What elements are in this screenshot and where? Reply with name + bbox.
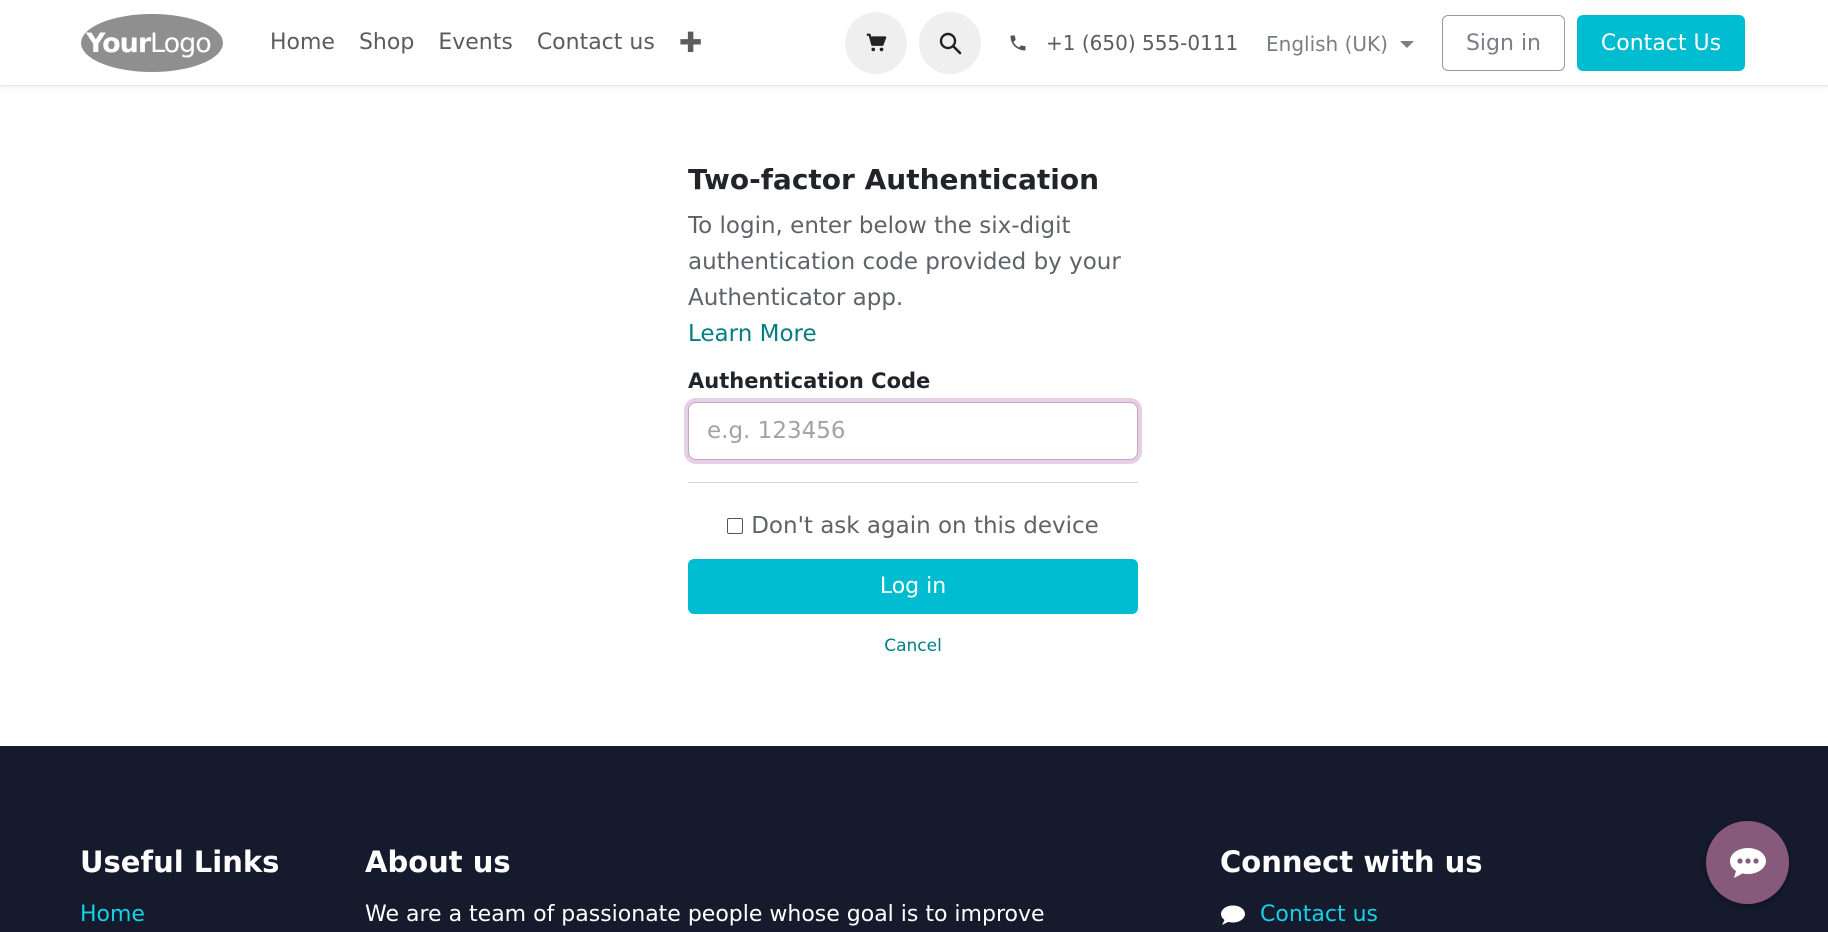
- about-text: We are a team of passionate people whose…: [365, 902, 1045, 927]
- search-icon: [939, 32, 962, 55]
- footer-contact-us-link[interactable]: Contact us: [1260, 900, 1378, 930]
- cart-button[interactable]: [845, 12, 907, 74]
- remember-device-option[interactable]: Don't ask again on this device: [688, 511, 1138, 541]
- sign-in-button[interactable]: Sign in: [1442, 15, 1565, 71]
- form-description: To login, enter below the six-digit auth…: [688, 213, 1121, 311]
- learn-more-link[interactable]: Learn More: [688, 316, 1138, 352]
- main-nav: Home Shop Events Contact us ✚: [270, 26, 702, 60]
- live-chat-button[interactable]: [1706, 821, 1789, 904]
- authentication-code-input[interactable]: [688, 402, 1138, 460]
- divider: [688, 482, 1138, 483]
- cancel-link[interactable]: Cancel: [688, 636, 1138, 656]
- cart-icon: [866, 33, 887, 52]
- phone-icon: [1010, 35, 1026, 51]
- about-section: About us We are a team of passionate peo…: [365, 842, 1045, 930]
- plus-icon[interactable]: ✚: [679, 26, 702, 60]
- svg-text:Logo: Logo: [150, 28, 211, 59]
- svg-text:Your: Your: [85, 28, 152, 59]
- nav-contact-us[interactable]: Contact us: [537, 26, 655, 60]
- phone-number: +1 (650) 555-0111: [1046, 31, 1239, 55]
- useful-links-heading: Useful Links: [80, 845, 280, 879]
- chevron-down-icon: [1399, 40, 1414, 48]
- two-factor-form: Two-factor Authentication To login, ente…: [688, 160, 1138, 656]
- language-label: English (UK): [1266, 32, 1388, 56]
- nav-events[interactable]: Events: [438, 26, 513, 60]
- contact-us-button[interactable]: Contact Us: [1577, 15, 1745, 71]
- useful-links-section: Useful Links Home: [80, 842, 279, 930]
- code-label: Authentication Code: [688, 369, 931, 393]
- remember-device-checkbox[interactable]: [727, 518, 744, 534]
- phone-contact[interactable]: +1 (650) 555-0111: [1008, 28, 1238, 58]
- language-selector[interactable]: English (UK): [1266, 29, 1414, 59]
- connect-contact-item[interactable]: Contact us: [1220, 900, 1483, 930]
- chat-icon: [1729, 847, 1766, 878]
- log-in-button[interactable]: Log in: [688, 559, 1138, 614]
- about-heading: About us: [365, 845, 511, 879]
- site-header: Your Logo Home Shop Events Contact us ✚ …: [0, 0, 1828, 86]
- nav-shop[interactable]: Shop: [359, 26, 414, 60]
- connect-section: Connect with us Contact us: [1220, 842, 1483, 930]
- site-footer: Useful Links Home About us We are a team…: [0, 746, 1828, 932]
- search-button[interactable]: [919, 12, 981, 74]
- site-logo[interactable]: Your Logo: [80, 13, 223, 73]
- nav-home[interactable]: Home: [270, 26, 335, 60]
- remember-device-label: Don't ask again on this device: [751, 513, 1099, 539]
- page-title: Two-factor Authentication: [688, 163, 1100, 196]
- footer-link-home[interactable]: Home: [80, 900, 279, 930]
- logo-image: Your Logo: [81, 14, 223, 72]
- connect-heading: Connect with us: [1220, 845, 1483, 879]
- comment-icon: [1221, 905, 1245, 925]
